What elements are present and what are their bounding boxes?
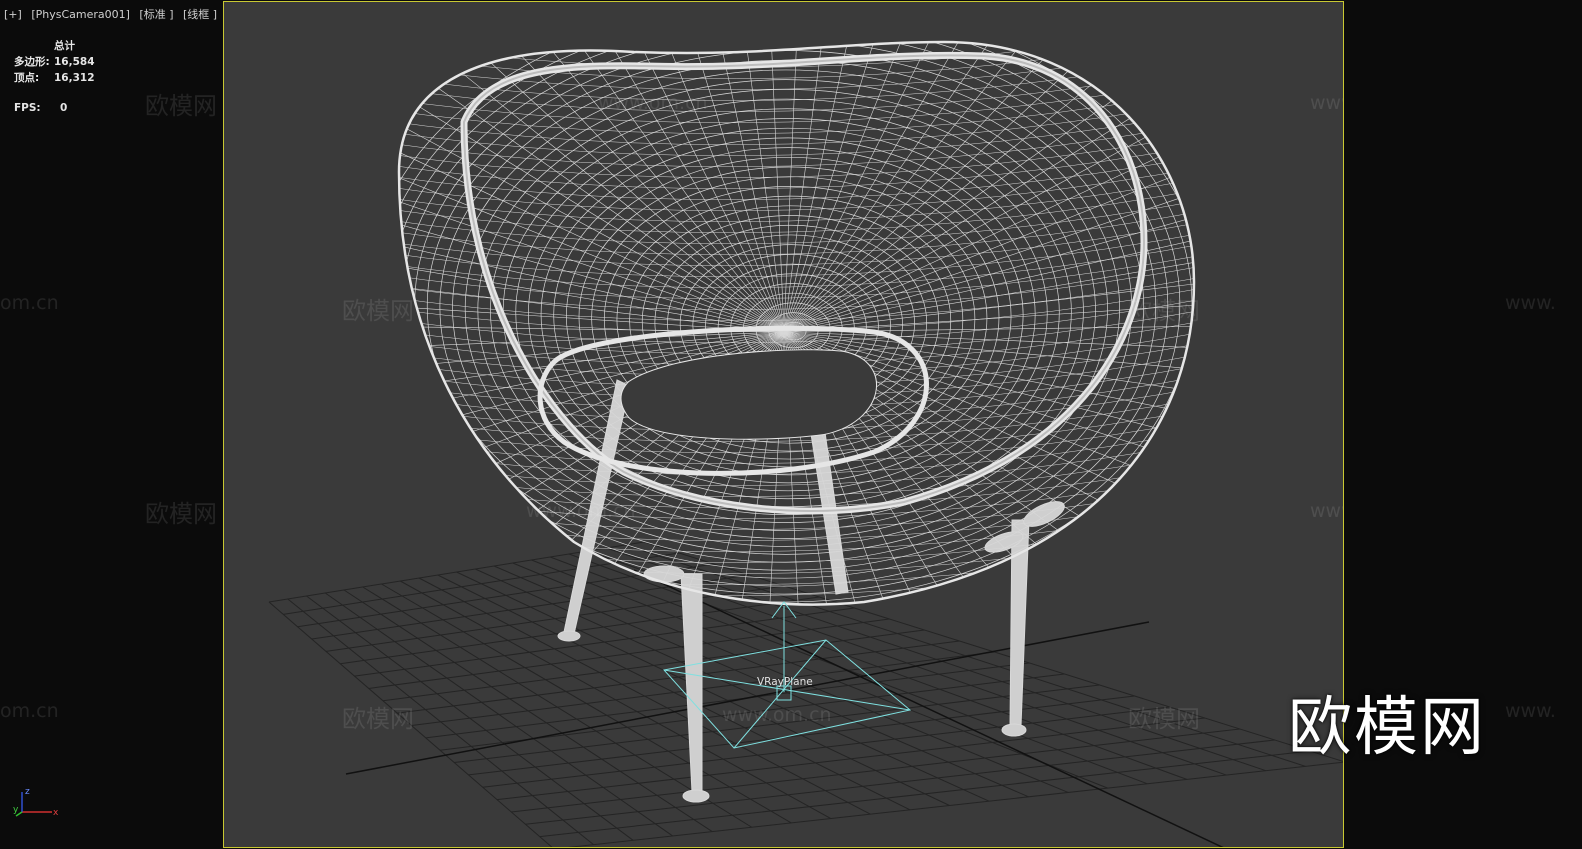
viewport-camera-menu[interactable]: [PhysCamera001] <box>31 8 130 21</box>
chair-foot-back-left <box>682 789 710 803</box>
watermark-url-partial: om.cn <box>0 292 59 314</box>
stats-verts-value: 16,312 <box>54 72 95 84</box>
watermark-url-prefix: www. <box>1505 700 1556 722</box>
viewport-label: [+] [PhysCamera001] [标准 ] [线框 ] <box>4 6 223 22</box>
watermark-url: www.om.cn <box>1310 92 1343 114</box>
grid-axis-x <box>345 621 1150 775</box>
stats-fps-row: FPS: 0 <box>14 100 95 116</box>
viewport-display-menu[interactable]: [线框 ] <box>183 8 217 21</box>
watermark-cn: 欧模网 <box>342 705 414 733</box>
watermark-url: www.om.cn <box>722 704 832 726</box>
watermark-url: www.om.cn <box>1310 500 1343 522</box>
stats-fps-label: FPS: <box>14 102 41 114</box>
brand-logo-watermark: 欧模网 <box>1288 691 1486 765</box>
watermark-cn: 欧模网 <box>1128 705 1200 733</box>
stats-polys-value: 16,584 <box>54 56 95 68</box>
watermark-url-prefix: www. <box>1505 292 1556 314</box>
stats-header: 总计 <box>54 40 75 52</box>
gizmo-y-label: y <box>13 805 19 815</box>
viewport-shading-menu[interactable]: [标准 ] <box>139 8 173 21</box>
watermark-cn: 欧模网 <box>145 500 217 528</box>
chair-shell-wireframe <box>399 42 1194 605</box>
stats-verts-row: 顶点: 16,312 <box>14 70 95 86</box>
stats-fps-value: 0 <box>60 102 68 114</box>
chair-foot-back-right <box>1001 723 1027 737</box>
perspective-viewport[interactable]: VRayPlane www.om.cn www.om.cn 欧模网 欧模网 ww… <box>223 1 1344 848</box>
watermark-cn: 欧模网 <box>1128 297 1200 325</box>
watermark-url: www.om.cn <box>598 92 708 114</box>
viewport-plus-menu[interactable]: [+] <box>4 8 22 21</box>
scene-statistics: 总计 多边形: 16,584 顶点: 16,312 FPS: 0 <box>14 38 95 116</box>
ground-grid <box>268 541 1343 847</box>
watermark-cn: 欧模网 <box>342 297 414 325</box>
gizmo-x-label: x <box>53 808 59 818</box>
chair-foot-front-left <box>557 630 581 642</box>
vray-plane-label: VRayPlane <box>757 676 813 688</box>
stats-verts-label: 顶点: <box>14 72 40 84</box>
watermark-url: www.om.cn <box>526 500 636 522</box>
axis-gizmo-icon: z y x <box>13 787 59 818</box>
gizmo-z-label: z <box>25 787 30 797</box>
watermark-url-partial: om.cn <box>0 700 59 722</box>
stats-polys-row: 多边形: 16,584 <box>14 54 95 70</box>
stats-polys-label: 多边形: <box>14 56 50 68</box>
watermark-cn: 欧模网 <box>145 92 217 120</box>
chair-bracket-right-2 <box>1023 501 1065 527</box>
chair-leg-back-left <box>680 573 703 793</box>
